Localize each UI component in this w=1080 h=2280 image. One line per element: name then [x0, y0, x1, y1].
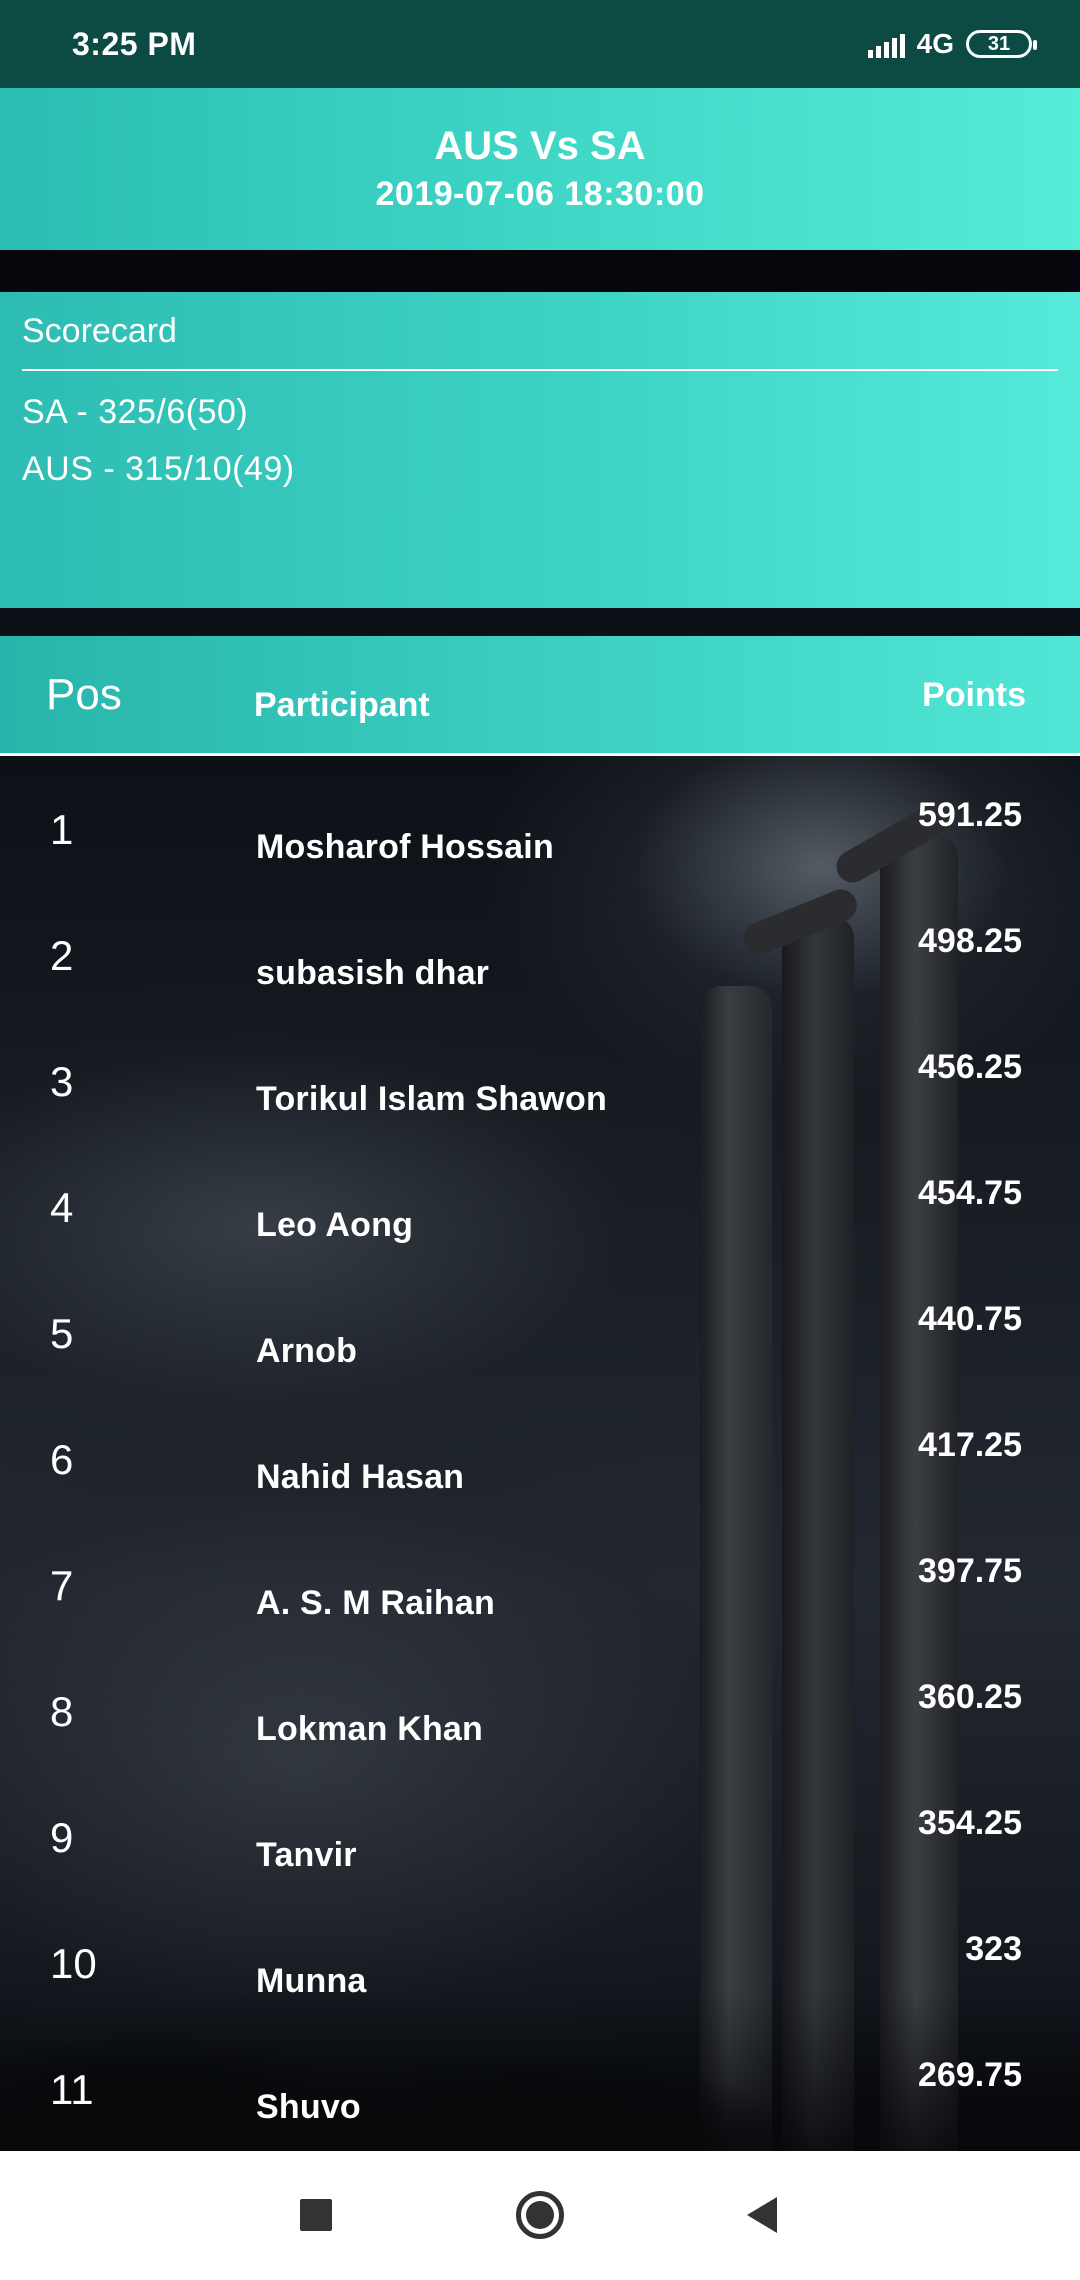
leaderboard-row[interactable]: 5 Arnob 440.75	[0, 1260, 1080, 1386]
divider-strip	[0, 608, 1080, 636]
row-points: 417.25	[918, 1426, 1022, 1464]
circle-home-icon	[516, 2191, 564, 2239]
row-points: 323	[965, 1930, 1022, 1968]
row-points: 591.25	[918, 796, 1022, 834]
status-time: 3:25 PM	[72, 25, 197, 62]
leaderboard-rows: 1 Mosharof Hossain 591.25 2 subasish dha…	[0, 756, 1080, 2142]
row-participant: Nahid Hasan	[256, 1458, 465, 1496]
row-participant: Leo Aong	[256, 1206, 414, 1244]
status-indicators: 4G 31	[867, 28, 1037, 60]
match-title: AUS Vs SA	[434, 124, 646, 168]
leaderboard-row[interactable]: 6 Nahid Hasan 417.25	[0, 1386, 1080, 1512]
row-position: 3	[50, 1058, 74, 1105]
row-position: 9	[50, 1814, 74, 1861]
leaderboard-row[interactable]: 4 Leo Aong 454.75	[0, 1134, 1080, 1260]
system-nav-bar	[0, 2151, 1080, 2280]
leaderboard-row[interactable]: 9 Tanvir 354.25	[0, 1764, 1080, 1890]
column-header-pos: Pos	[46, 670, 122, 719]
row-participant: Arnob	[256, 1332, 358, 1370]
row-position: 8	[50, 1688, 74, 1735]
leaderboard-row[interactable]: 1 Mosharof Hossain 591.25	[0, 756, 1080, 882]
row-participant: A. S. M Raihan	[256, 1584, 495, 1622]
signal-icon	[867, 30, 905, 58]
row-participant: Shuvo	[256, 2088, 361, 2126]
row-points: 360.25	[918, 1678, 1022, 1716]
score-line-team-2: AUS - 315/10(49)	[22, 450, 295, 488]
row-points: 498.25	[918, 922, 1022, 960]
battery-icon: 31	[966, 30, 1037, 58]
row-participant: Torikul Islam Shawon	[256, 1080, 607, 1118]
leaderboard-row[interactable]: 7 A. S. M Raihan 397.75	[0, 1512, 1080, 1638]
row-participant: Mosharof Hossain	[256, 828, 554, 866]
row-points: 456.25	[918, 1048, 1022, 1086]
row-points: 269.75	[918, 2056, 1022, 2094]
row-participant: Munna	[256, 1962, 367, 2000]
scorecard-panel: Scorecard SA - 325/6(50) AUS - 315/10(49…	[0, 292, 1080, 608]
score-line-team-1: SA - 325/6(50)	[22, 393, 249, 431]
row-participant: subasish dhar	[256, 954, 490, 992]
match-datetime: 2019-07-06 18:30:00	[375, 175, 705, 213]
leaderboard-header: Pos Participant Points	[0, 636, 1080, 756]
square-recents-icon	[300, 2199, 332, 2231]
match-header: AUS Vs SA 2019-07-06 18:30:00	[0, 88, 1080, 250]
triangle-back-icon	[747, 2197, 777, 2233]
status-bar: 3:25 PM 4G 31	[0, 0, 1080, 88]
leaderboard-row[interactable]: 10 Munna 323	[0, 1890, 1080, 2016]
row-position: 4	[50, 1184, 74, 1231]
home-button[interactable]	[510, 2185, 570, 2245]
row-points: 440.75	[918, 1300, 1022, 1338]
divider-strip	[0, 250, 1080, 292]
row-participant: Tanvir	[256, 1836, 357, 1874]
row-points: 454.75	[918, 1174, 1022, 1212]
battery-level: 31	[987, 32, 1011, 55]
row-position: 2	[50, 932, 74, 979]
row-position: 7	[50, 1562, 74, 1609]
scorecard-title: Scorecard	[22, 312, 1058, 371]
row-position: 6	[50, 1436, 74, 1483]
row-position: 10	[50, 1940, 97, 1987]
column-header-points: Points	[922, 676, 1026, 714]
row-position: 5	[50, 1310, 74, 1357]
row-position: 1	[50, 806, 74, 853]
leaderboard-row[interactable]: 8 Lokman Khan 360.25	[0, 1638, 1080, 1764]
row-position: 11	[50, 2066, 94, 2113]
network-type: 4G	[916, 28, 954, 59]
column-header-participant: Participant	[254, 686, 430, 724]
leaderboard-row[interactable]: 11 Shuvo 269.75	[0, 2016, 1080, 2142]
leaderboard-row[interactable]: 3 Torikul Islam Shawon 456.25	[0, 1008, 1080, 1134]
row-participant: Lokman Khan	[256, 1710, 484, 1748]
leaderboard-list[interactable]: 1 Mosharof Hossain 591.25 2 subasish dha…	[0, 756, 1080, 2151]
recents-button[interactable]	[286, 2185, 346, 2245]
leaderboard-row[interactable]: 2 subasish dhar 498.25	[0, 882, 1080, 1008]
back-button[interactable]	[732, 2185, 792, 2245]
row-points: 354.25	[918, 1804, 1022, 1842]
row-points: 397.75	[918, 1552, 1022, 1590]
